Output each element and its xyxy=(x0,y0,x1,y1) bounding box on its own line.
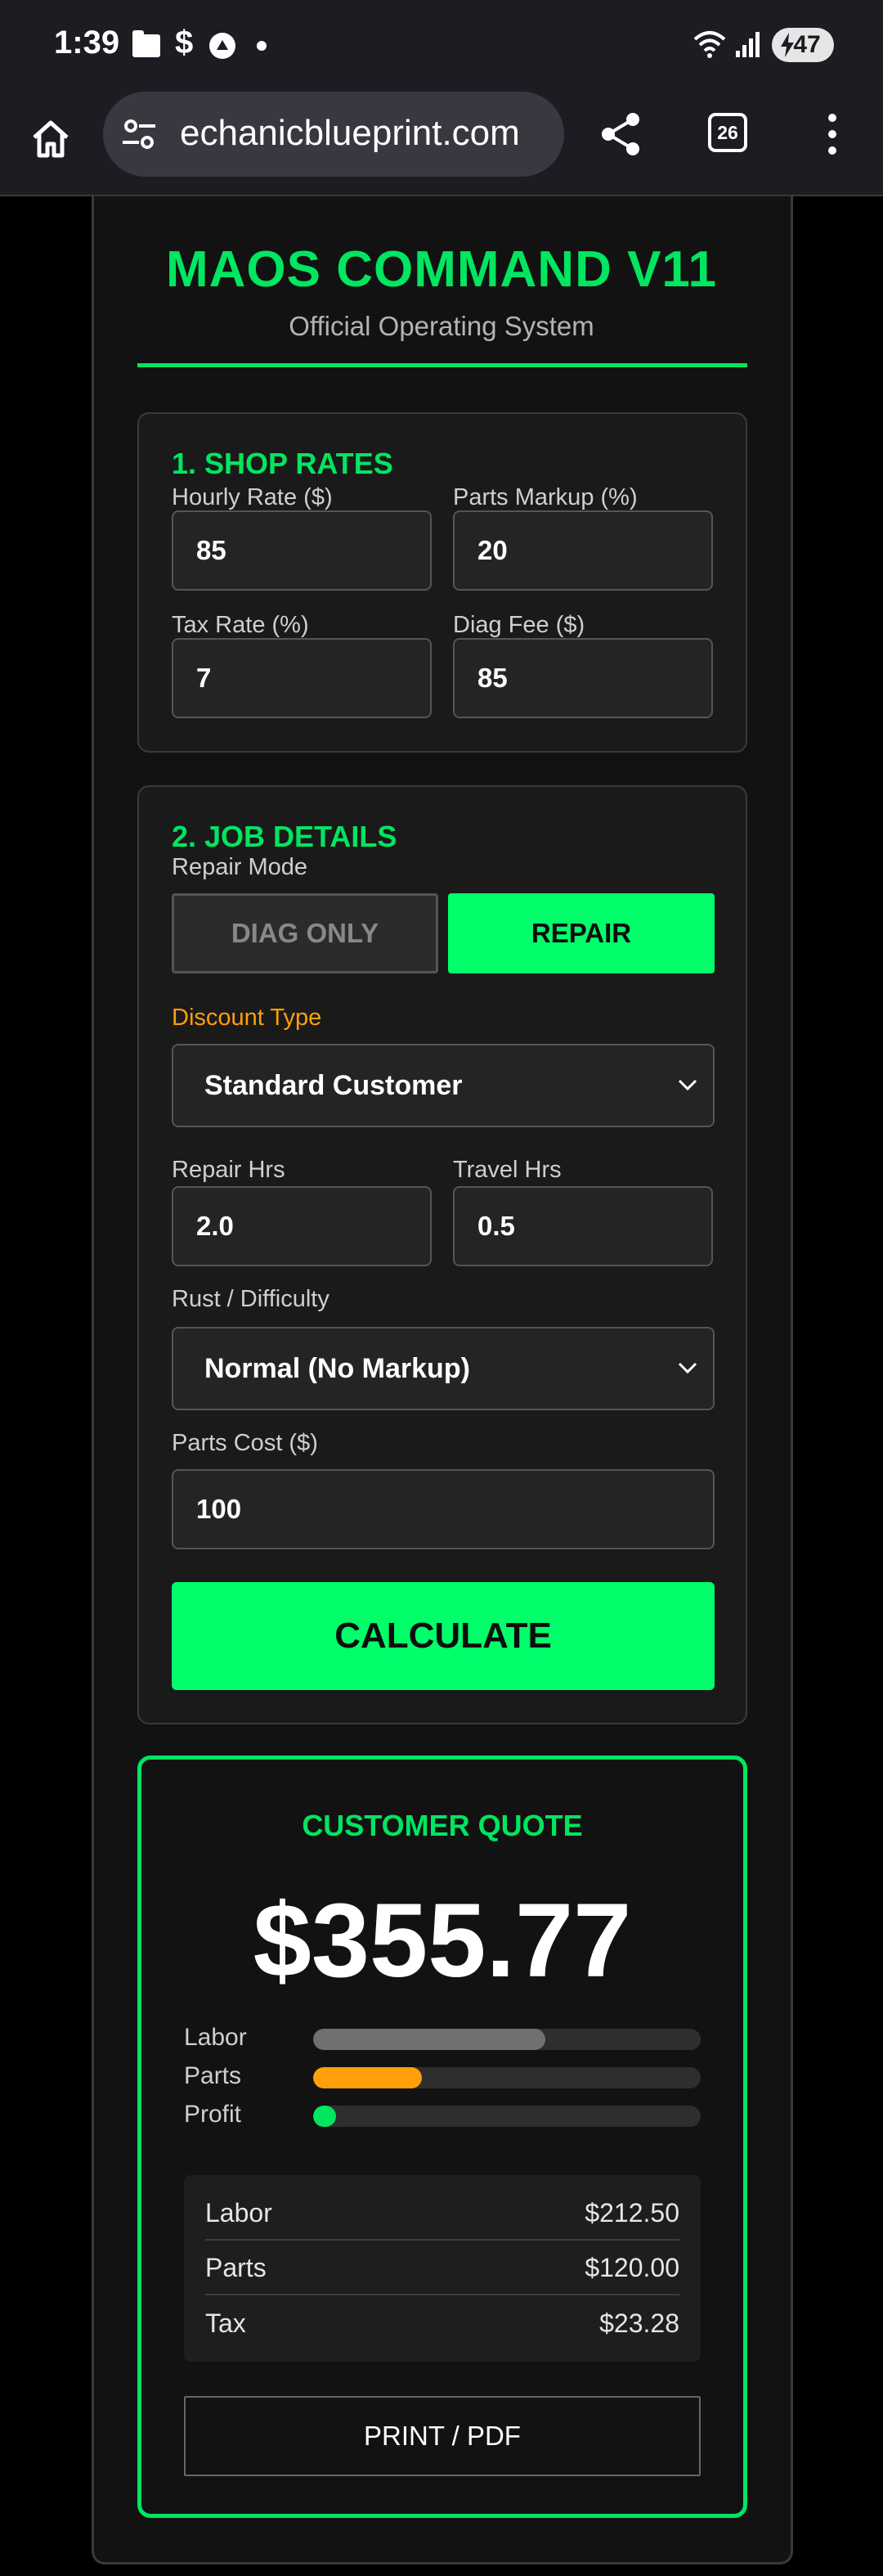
breakdown-amount: $23.28 xyxy=(599,2308,679,2338)
travel-hrs-label: Travel Hrs xyxy=(453,1157,562,1183)
repair-hrs-input[interactable] xyxy=(172,1186,432,1266)
breakdown-amount: $120.00 xyxy=(585,2252,679,2282)
breakdown-amount: $212.50 xyxy=(585,2197,679,2228)
folder-icon xyxy=(132,30,160,57)
home-icon[interactable] xyxy=(29,118,72,160)
breakdown-row-parts: Parts $120.00 xyxy=(205,2241,679,2295)
url-text[interactable]: echanicblueprint.com xyxy=(180,113,556,154)
breakdown-label: Labor xyxy=(205,2197,272,2228)
difficulty-label: Rust / Difficulty xyxy=(172,1286,329,1312)
page-subtitle: Official Operating System xyxy=(289,311,594,341)
profit-bar-fill xyxy=(313,2106,337,2127)
chevron-down-icon xyxy=(678,1079,697,1091)
discount-type-value: Standard Customer xyxy=(204,1069,463,1101)
battery-level: 47 xyxy=(793,31,821,58)
breakdown-row-tax: Tax $23.28 xyxy=(205,2296,679,2350)
tax-rate-label: Tax Rate (%) xyxy=(172,612,309,638)
address-bar[interactable]: echanicblueprint.com xyxy=(103,92,564,177)
breakdown-label: Parts xyxy=(205,2252,267,2282)
parts-bar-fill xyxy=(313,2067,422,2088)
profit-bar xyxy=(313,2106,701,2127)
assistant-icon xyxy=(209,33,235,59)
customer-quote-panel: CUSTOMER QUOTE $355.77 Labor Parts Profi… xyxy=(137,1756,747,2518)
status-time: 1:39 xyxy=(54,25,120,61)
overflow-menu-icon[interactable] xyxy=(824,113,840,155)
parts-markup-label: Parts Markup (%) xyxy=(453,484,638,510)
diag-only-button[interactable]: DIAG ONLY xyxy=(172,893,438,973)
parts-cost-label: Parts Cost ($) xyxy=(172,1430,318,1456)
tax-rate-input[interactable] xyxy=(172,638,432,718)
chevron-down-icon xyxy=(678,1362,697,1374)
print-pdf-button[interactable]: PRINT / PDF xyxy=(184,2396,701,2476)
job-details-title: 2. JOB DETAILS xyxy=(172,820,397,853)
tabs-icon[interactable]: 26 xyxy=(708,113,747,152)
diag-fee-input[interactable] xyxy=(453,638,713,718)
signal-icon xyxy=(736,32,760,57)
breakdown-row-labor: Labor $212.50 xyxy=(205,2187,679,2241)
bar-label-labor: Labor xyxy=(184,2024,247,2051)
wifi-icon xyxy=(693,31,726,58)
parts-bar xyxy=(313,2067,701,2088)
share-icon[interactable] xyxy=(598,111,644,157)
travel-hrs-input[interactable] xyxy=(453,1186,713,1266)
repair-hrs-label: Repair Hrs xyxy=(172,1157,285,1183)
labor-bar xyxy=(313,2029,701,2050)
quote-total: $355.77 xyxy=(253,1882,632,1999)
status-bar: 1:39 $ 47 xyxy=(0,0,883,88)
notification-dot-icon xyxy=(257,41,267,51)
hourly-rate-label: Hourly Rate ($) xyxy=(172,484,333,510)
bar-label-parts: Parts xyxy=(184,2062,242,2089)
calculate-button[interactable]: CALCULATE xyxy=(172,1582,715,1690)
repair-button[interactable]: REPAIR xyxy=(448,893,715,973)
discount-type-select[interactable]: Standard Customer xyxy=(172,1044,715,1127)
browser-toolbar: echanicblueprint.com 26 xyxy=(0,88,883,196)
labor-bar-fill xyxy=(313,2029,546,2050)
shop-rates-title: 1. SHOP RATES xyxy=(172,447,393,480)
parts-markup-input[interactable] xyxy=(453,510,713,591)
diag-fee-label: Diag Fee ($) xyxy=(453,612,585,638)
shop-rates-panel: 1. SHOP RATES Hourly Rate ($) Parts Mark… xyxy=(137,412,747,753)
quote-breakdown: Labor $212.50 Parts $120.00 Tax $23.28 xyxy=(184,2175,701,2362)
breakdown-label: Tax xyxy=(205,2308,246,2338)
repair-mode-label: Repair Mode xyxy=(172,854,308,880)
page-title: MAOS COMMAND V11 xyxy=(166,241,717,298)
difficulty-select[interactable]: Normal (No Markup) xyxy=(172,1327,715,1410)
quote-title: CUSTOMER QUOTE xyxy=(302,1809,583,1842)
difficulty-value: Normal (No Markup) xyxy=(204,1352,470,1384)
header-divider xyxy=(137,363,747,367)
discount-type-label: Discount Type xyxy=(172,1005,322,1031)
charging-bolt-icon xyxy=(781,33,794,57)
parts-cost-input[interactable] xyxy=(172,1469,715,1549)
bar-label-profit: Profit xyxy=(184,2101,242,2128)
battery-charging-icon: 47 xyxy=(772,28,834,62)
dollar-icon: $ xyxy=(175,25,194,61)
hourly-rate-input[interactable] xyxy=(172,510,432,591)
job-details-panel: 2. JOB DETAILS Repair Mode DIAG ONLY REP… xyxy=(137,785,747,1724)
site-settings-icon[interactable] xyxy=(121,118,157,151)
